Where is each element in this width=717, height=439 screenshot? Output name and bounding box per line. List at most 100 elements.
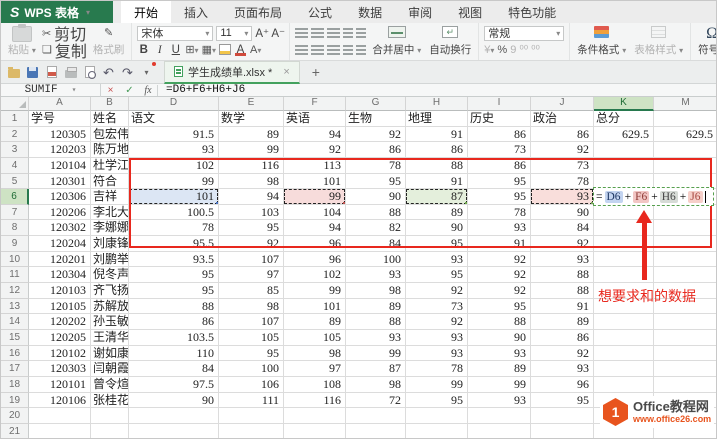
wrap-text-button[interactable]: ↵ 自动换行 [427, 25, 473, 58]
column-header-B[interactable]: B [91, 97, 129, 111]
decrease-decimal-icon[interactable]: ⁰⁰ [531, 43, 540, 56]
cell-B1[interactable]: 姓名 [91, 111, 129, 127]
cell-G12[interactable]: 98 [346, 283, 406, 299]
cell-B21[interactable] [91, 424, 129, 439]
cell-H12[interactable]: 92 [406, 283, 468, 299]
symbol-button[interactable]: Ω 符号 ▾ [696, 25, 717, 58]
format-painter-button[interactable]: ✎ 格式刷 [91, 25, 127, 58]
cell-I17[interactable]: 89 [468, 361, 531, 377]
cell-J1[interactable]: 政治 [531, 111, 594, 127]
cell-E20[interactable] [219, 408, 284, 424]
cell-M2[interactable]: 629.5 [654, 127, 717, 143]
cell-F13[interactable]: 101 [284, 299, 346, 315]
cell-B6[interactable]: 吉祥 [91, 189, 129, 205]
justify-icon[interactable] [343, 45, 353, 55]
cell-H4[interactable]: 88 [406, 158, 468, 174]
cell-B7[interactable]: 李北大 [91, 205, 129, 221]
cell-I19[interactable]: 93 [468, 393, 531, 409]
cell-I14[interactable]: 88 [468, 314, 531, 330]
cell-E8[interactable]: 95 [219, 220, 284, 236]
cell-I12[interactable]: 92 [468, 283, 531, 299]
cell-J3[interactable]: 92 [531, 142, 594, 158]
cell-J20[interactable] [531, 408, 594, 424]
cell-D4[interactable]: 102 [129, 158, 219, 174]
cell-E4[interactable]: 116 [219, 158, 284, 174]
cell-A6[interactable]: 120306 [29, 189, 91, 205]
align-top-icon[interactable] [295, 28, 308, 38]
cell-M4[interactable] [654, 158, 717, 174]
column-header-I[interactable]: I [468, 97, 531, 111]
cell-I3[interactable]: 73 [468, 142, 531, 158]
cell-H8[interactable]: 90 [406, 220, 468, 236]
cell-K4[interactable] [594, 158, 654, 174]
cell-I8[interactable]: 93 [468, 220, 531, 236]
row-header-15[interactable]: 15 [1, 330, 29, 346]
row-header-10[interactable]: 10 [1, 252, 29, 268]
column-header-G[interactable]: G [346, 97, 406, 111]
cell-E18[interactable]: 106 [219, 377, 284, 393]
cell-B15[interactable]: 王清华 [91, 330, 129, 346]
cell-H19[interactable]: 95 [406, 393, 468, 409]
cell-H5[interactable]: 91 [406, 174, 468, 190]
cell-J5[interactable]: 78 [531, 174, 594, 190]
cell-B2[interactable]: 包宏伟 [91, 127, 129, 143]
conditional-format-button[interactable]: 条件格式 ▾ [575, 25, 628, 58]
cell-G9[interactable]: 84 [346, 236, 406, 252]
cell-E10[interactable]: 107 [219, 252, 284, 268]
cell-E16[interactable]: 95 [219, 346, 284, 362]
cell-H3[interactable]: 86 [406, 142, 468, 158]
row-header-5[interactable]: 5 [1, 174, 29, 190]
cell-K3[interactable] [594, 142, 654, 158]
cell-J9[interactable]: 92 [531, 236, 594, 252]
decrease-indent-icon[interactable] [343, 28, 353, 38]
column-header-J[interactable]: J [531, 97, 594, 111]
cell-H20[interactable] [406, 408, 468, 424]
cell-D2[interactable]: 91.5 [129, 127, 219, 143]
cell-J14[interactable]: 89 [531, 314, 594, 330]
cell-k6-formula-editor[interactable]: =D6+F6+H6+J6 [593, 187, 714, 206]
row-header-7[interactable]: 7 [1, 205, 29, 221]
cell-J11[interactable]: 88 [531, 267, 594, 283]
cell-H21[interactable] [406, 424, 468, 439]
cell-I13[interactable]: 95 [468, 299, 531, 315]
cell-E21[interactable] [219, 424, 284, 439]
cell-G11[interactable]: 93 [346, 267, 406, 283]
cell-B10[interactable]: 刘鹏举 [91, 252, 129, 268]
cell-F20[interactable] [284, 408, 346, 424]
cell-E14[interactable]: 107 [219, 314, 284, 330]
close-icon[interactable]: × [283, 66, 289, 78]
cell-G14[interactable]: 88 [346, 314, 406, 330]
cell-M17[interactable] [654, 361, 717, 377]
wps-logo[interactable]: S WPS 表格 ▾ [1, 1, 113, 23]
cell-F6[interactable]: 99 [284, 189, 346, 205]
cell-D13[interactable]: 88 [129, 299, 219, 315]
cell-H9[interactable]: 95 [406, 236, 468, 252]
cell-M1[interactable] [654, 111, 717, 127]
cell-H16[interactable]: 93 [406, 346, 468, 362]
cell-I18[interactable]: 99 [468, 377, 531, 393]
number-format-select[interactable]: 常规▾ [484, 26, 564, 41]
cell-J7[interactable]: 90 [531, 205, 594, 221]
cell-I10[interactable]: 92 [468, 252, 531, 268]
cell-H1[interactable]: 地理 [406, 111, 468, 127]
increase-indent-icon[interactable] [356, 28, 366, 38]
cell-E17[interactable]: 100 [219, 361, 284, 377]
cell-K15[interactable] [594, 330, 654, 346]
cell-B20[interactable] [91, 408, 129, 424]
cell-K18[interactable] [594, 377, 654, 393]
cell-K14[interactable] [594, 314, 654, 330]
cell-A1[interactable]: 学号 [29, 111, 91, 127]
cell-J8[interactable]: 84 [531, 220, 594, 236]
cell-D14[interactable]: 86 [129, 314, 219, 330]
print-icon[interactable] [63, 65, 78, 80]
column-header-A[interactable]: A [29, 97, 91, 111]
row-header-11[interactable]: 11 [1, 267, 29, 283]
cell-G19[interactable]: 72 [346, 393, 406, 409]
ribbon-tab-5[interactable]: 数据 [345, 1, 395, 23]
cell-G10[interactable]: 100 [346, 252, 406, 268]
cell-I2[interactable]: 86 [468, 127, 531, 143]
formula-input[interactable]: =D6+F6+H6+J6 [158, 84, 245, 96]
toolbar-more-icon[interactable]: ▾ [139, 65, 154, 80]
cell-E12[interactable]: 85 [219, 283, 284, 299]
cell-J10[interactable]: 93 [531, 252, 594, 268]
